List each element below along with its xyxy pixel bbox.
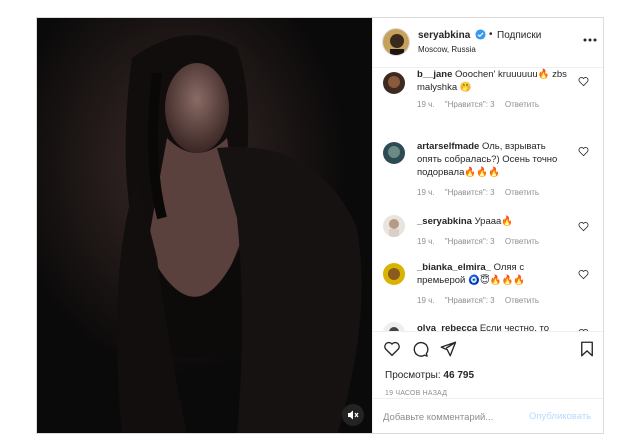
speaker-muted-icon: [348, 410, 359, 420]
comment-meta: 19 ч. "Нравится": 3 Ответить: [417, 100, 547, 109]
comment-like-icon[interactable]: [578, 76, 589, 87]
author-avatar[interactable]: [382, 28, 410, 56]
comment-reply-button[interactable]: Ответить: [505, 237, 539, 246]
comment-avatar[interactable]: [383, 322, 405, 331]
add-comment-form: Опубликовать: [373, 398, 603, 433]
comment-likes-count[interactable]: "Нравится": 3: [445, 237, 495, 246]
header-separator: •: [489, 29, 493, 40]
comment-likes-count[interactable]: "Нравится": 3: [445, 100, 495, 109]
comment-avatar[interactable]: [383, 263, 405, 285]
comment-reply-button[interactable]: Ответить: [505, 296, 539, 305]
comment-username[interactable]: artarselfmade: [417, 141, 479, 152]
publish-button[interactable]: Опубликовать: [529, 411, 591, 422]
comment-icon[interactable]: [411, 340, 429, 358]
more-options-icon[interactable]: [583, 37, 597, 43]
comment-avatar[interactable]: [383, 72, 405, 94]
comment-time: 19 ч.: [417, 100, 435, 109]
comment-meta: 19 ч. "Нравится": 3 Ответить: [417, 188, 547, 197]
post-header: seryabkina • Подписки Moscow, Russia: [373, 18, 603, 68]
comment-username[interactable]: _bianka_elmira_: [417, 262, 491, 273]
views-label: Просмотры:: [385, 370, 441, 381]
post-side-panel: seryabkina • Подписки Moscow, Russia b__…: [372, 18, 603, 433]
comment-text: olya_rebecca Если честно, то мне не понр…: [417, 322, 567, 331]
comment-username[interactable]: b__jane: [417, 69, 452, 80]
avatar-image: [383, 29, 409, 55]
comment-text: _bianka_elmira_ Оляя с премьерой 🧿😇🔥🔥🔥: [417, 261, 567, 287]
views-number: 46 795: [443, 370, 475, 381]
instagram-post: seryabkina • Подписки Moscow, Russia b__…: [36, 17, 604, 434]
comment-text: _seryabkina Урааа🔥: [417, 215, 567, 228]
comment-avatar[interactable]: [383, 142, 405, 164]
comment-reply-button[interactable]: Ответить: [505, 188, 539, 197]
author-username[interactable]: seryabkina: [418, 30, 470, 41]
comment-username[interactable]: _seryabkina: [417, 216, 472, 227]
comments-list[interactable]: b__jane Ooochen' kruuuuuu🔥 zbs malyshka …: [373, 68, 603, 331]
video-frame: [37, 18, 372, 433]
comment-body: Урааа🔥: [474, 216, 514, 227]
comment-like-icon[interactable]: [578, 269, 589, 280]
verified-badge-icon: [475, 29, 486, 40]
comment-like-icon[interactable]: [578, 146, 589, 157]
comment-reply-button[interactable]: Ответить: [505, 100, 539, 109]
comment-text: b__jane Ooochen' kruuuuuu🔥 zbs malyshka …: [417, 68, 567, 94]
post-video[interactable]: [37, 18, 372, 433]
comment-meta: 19 ч. "Нравится": 3 Ответить: [417, 237, 547, 246]
comment-meta: 19 ч. "Нравится": 3 Ответить: [417, 296, 547, 305]
share-icon[interactable]: [439, 340, 457, 358]
post-timestamp[interactable]: 19 ЧАСОВ НАЗАД: [385, 390, 447, 397]
comment-time: 19 ч.: [417, 237, 435, 246]
comment-input[interactable]: [383, 409, 523, 425]
comment-likes-count[interactable]: "Нравится": 3: [445, 296, 495, 305]
following-button[interactable]: Подписки: [497, 30, 541, 41]
bookmark-icon[interactable]: [578, 340, 596, 358]
mute-button[interactable]: [342, 404, 364, 426]
comment-text: artarselfmade Оль, взрывать опять собрал…: [417, 140, 567, 179]
views-count[interactable]: Просмотры: 46 795: [385, 370, 474, 381]
comment-time: 19 ч.: [417, 296, 435, 305]
comment-avatar[interactable]: [383, 215, 405, 237]
comment-likes-count[interactable]: "Нравится": 3: [445, 188, 495, 197]
comment-username[interactable]: olya_rebecca: [417, 323, 477, 331]
comment-like-icon[interactable]: [578, 221, 589, 232]
heart-icon[interactable]: [383, 340, 401, 358]
post-location[interactable]: Moscow, Russia: [418, 45, 476, 54]
comment-time: 19 ч.: [417, 188, 435, 197]
